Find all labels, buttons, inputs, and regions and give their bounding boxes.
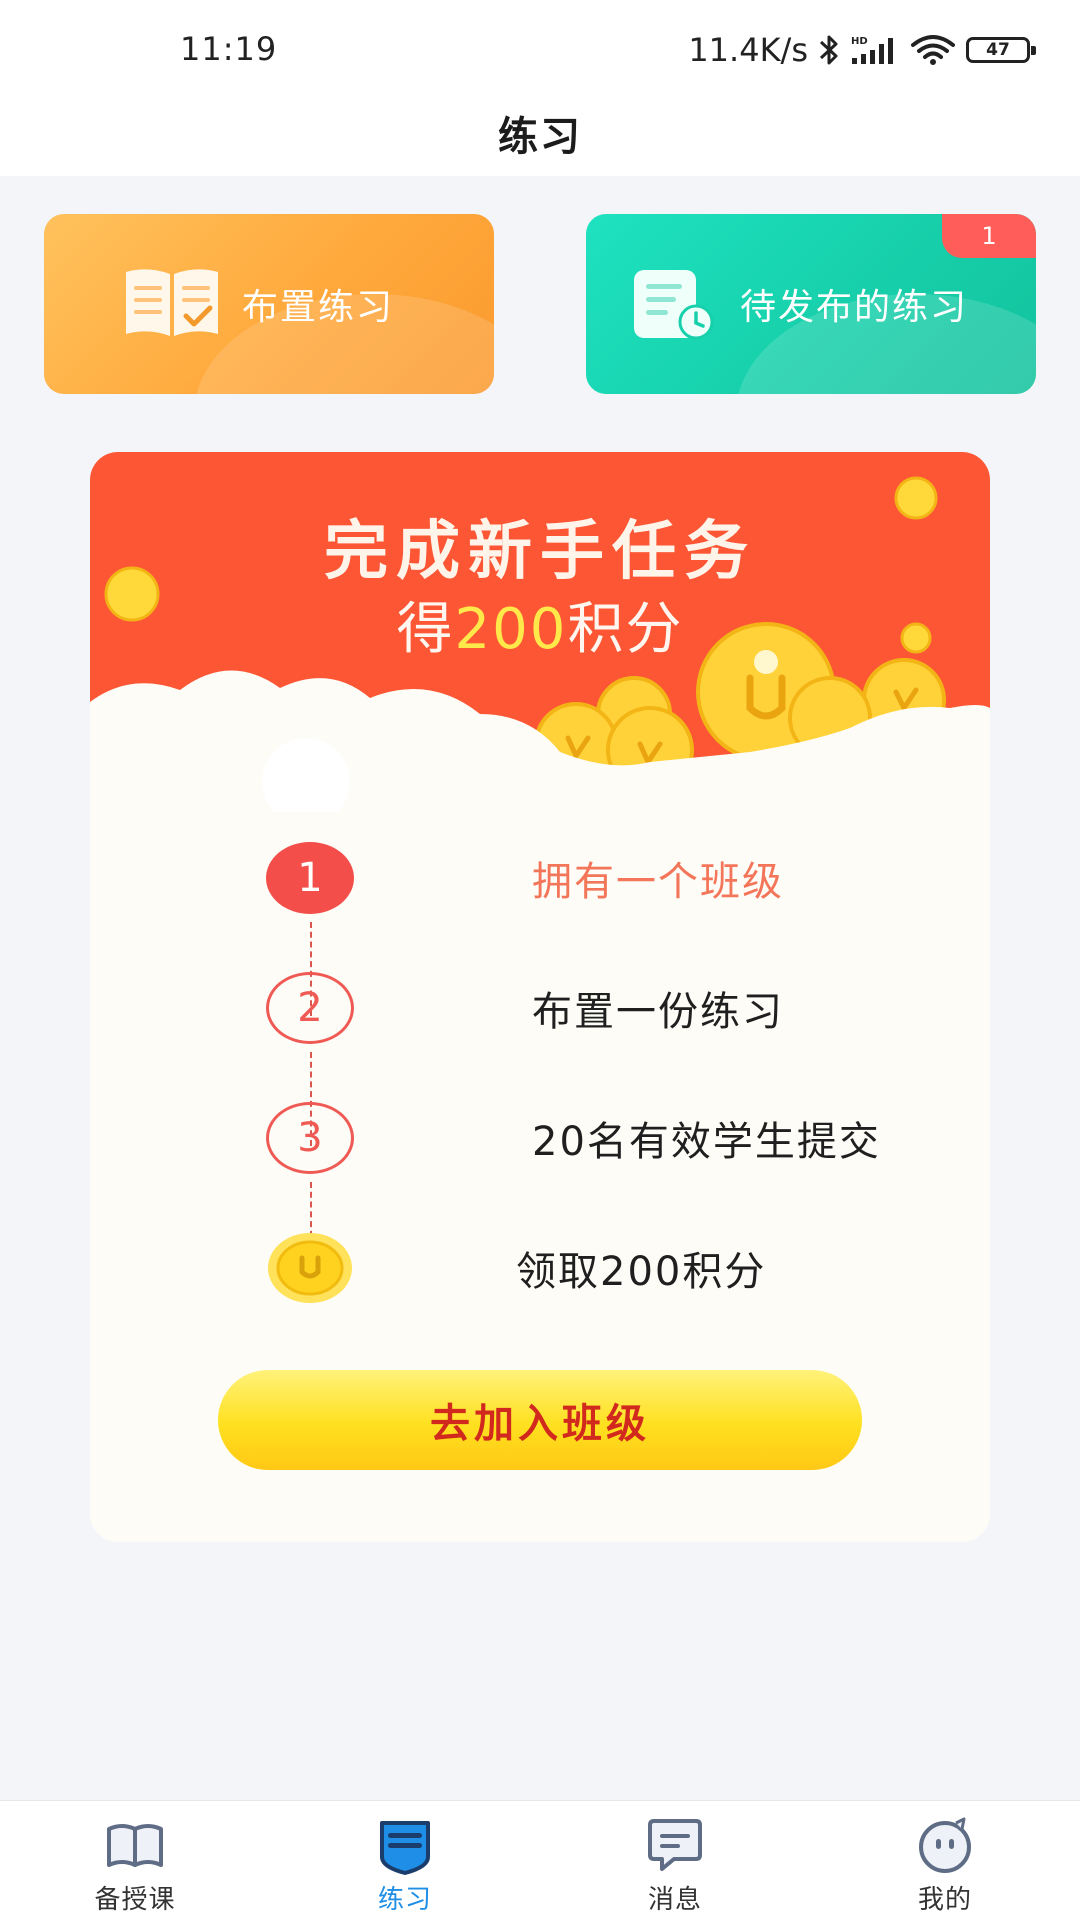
step-text: 拥有一个班级 <box>532 859 784 905</box>
step-text: 布置一份练习 <box>532 989 784 1035</box>
step-number: 3 <box>266 1102 354 1174</box>
profile-face-icon <box>919 1817 971 1873</box>
tab-lesson-prep[interactable]: 备授课 <box>0 1801 270 1920</box>
tab-practice[interactable]: 练习 <box>270 1801 540 1920</box>
task-title: 完成新手任务 <box>324 515 756 589</box>
pending-practice-card[interactable]: 待发布的练习 1 <box>586 214 1036 394</box>
status-indicators: 11.4K/s HD 47 <box>688 30 1036 70</box>
status-bar: 11:19 11.4K/s HD 47 <box>0 0 1080 90</box>
bottom-tab-bar: 备授课 练习 消息 我的 <box>0 1800 1080 1920</box>
task-step-2: 2 布置一份练习 <box>266 972 782 1044</box>
message-icon <box>648 1819 702 1871</box>
book-check-icon <box>126 269 218 336</box>
battery-icon: 47 <box>966 37 1036 63</box>
pending-practice-label: 待发布的练习 <box>740 287 969 328</box>
tab-label: 备授课 <box>94 1885 176 1915</box>
step-number: 1 <box>266 842 354 914</box>
step-text: 20名有效学生提交 <box>532 1119 881 1165</box>
task-subtitle-suffix: 积分 <box>567 597 684 662</box>
practice-icon <box>380 1821 430 1875</box>
newbie-task-panel: 完成新手任务 得200积分 1 拥有一个班级 2 布置一份练习 3 20名有效学… <box>90 452 990 1542</box>
tab-messages[interactable]: 消息 <box>540 1801 810 1920</box>
clock-document-icon <box>634 270 714 340</box>
tab-label: 我的 <box>917 1885 972 1915</box>
assign-practice-card[interactable]: 布置练习 <box>44 214 494 394</box>
svg-text:HD: HD <box>851 36 868 47</box>
reward-text: 领取200积分 <box>516 1249 767 1295</box>
task-step-3: 3 20名有效学生提交 <box>266 1102 879 1174</box>
status-time: 11:19 <box>180 30 278 68</box>
coin-icon <box>268 1233 352 1303</box>
task-subtitle: 得200积分 <box>90 584 990 665</box>
page-title: 练习 <box>498 114 582 160</box>
tab-label: 消息 <box>647 1885 702 1915</box>
battery-level: 47 <box>986 40 1010 60</box>
task-reward: 领取200积分 <box>266 1232 764 1304</box>
tab-profile[interactable]: 我的 <box>810 1801 1080 1920</box>
bluetooth-icon <box>819 35 838 65</box>
network-speed: 11.4K/s <box>688 31 808 69</box>
page-header: 练习 <box>0 90 1080 176</box>
task-subtitle-prefix: 得 <box>396 597 455 662</box>
tab-label: 练习 <box>377 1885 432 1915</box>
task-step-1: 1 拥有一个班级 <box>266 842 782 914</box>
open-book-icon <box>107 1824 163 1867</box>
join-class-button[interactable]: 去加入班级 <box>218 1370 862 1470</box>
assign-practice-label: 布置练习 <box>242 287 395 328</box>
wifi-icon <box>911 35 955 65</box>
hd-signal-icon: HD <box>851 36 893 64</box>
task-subtitle-points: 200 <box>454 597 568 662</box>
pending-count-badge: 1 <box>942 214 1036 258</box>
step-number: 2 <box>266 972 354 1044</box>
